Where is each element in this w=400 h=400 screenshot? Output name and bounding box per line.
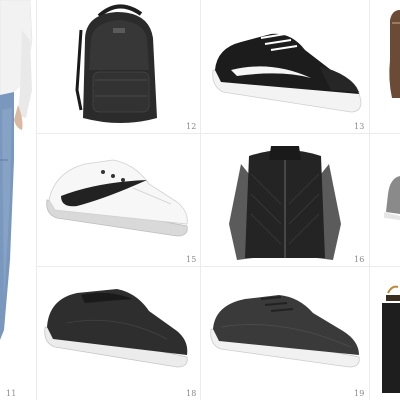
item-number: 12 xyxy=(186,122,197,131)
item-number: 16 xyxy=(354,255,365,264)
product-tile-white-running-shoe[interactable]: 15 xyxy=(37,134,200,266)
item-number: 18 xyxy=(186,389,197,398)
product-tile-partial-middle[interactable] xyxy=(370,134,400,266)
product-tile-black-canvas-sneaker[interactable]: 13 xyxy=(201,0,369,133)
white-running-shoe-image xyxy=(46,159,188,237)
quilted-vest-jacket-image xyxy=(229,146,341,260)
product-tile-backpack[interactable]: 12 xyxy=(37,0,200,133)
product-tile-quilted-vest-jacket[interactable]: 16 xyxy=(201,134,369,266)
product-tile-partial-top[interactable] xyxy=(370,0,400,133)
partial-brown-item-image xyxy=(389,10,400,98)
item-number: 13 xyxy=(354,122,365,131)
black-canvas-sneaker-image xyxy=(212,33,362,113)
partial-grey-shoe-image xyxy=(384,176,400,220)
product-tile-partial-bottom[interactable] xyxy=(370,267,400,400)
backpack-image xyxy=(75,4,157,123)
partial-black-bag-image xyxy=(382,285,400,393)
item-number: 15 xyxy=(186,255,197,264)
product-tile-charcoal-suede-sneaker[interactable]: 19 xyxy=(201,267,369,400)
product-tile-black-slip-on-sneaker[interactable]: 18 xyxy=(37,267,200,400)
item-number: 11 xyxy=(6,389,17,398)
man-in-jeans-image xyxy=(0,0,36,400)
product-tile-man-in-jeans[interactable]: 11 xyxy=(0,0,36,400)
product-grid: 11 12 13 15 16 18 19 xyxy=(0,0,400,400)
item-number: 19 xyxy=(354,389,365,398)
black-slip-on-sneaker-image xyxy=(44,289,188,368)
charcoal-suede-sneaker-image xyxy=(210,295,360,368)
